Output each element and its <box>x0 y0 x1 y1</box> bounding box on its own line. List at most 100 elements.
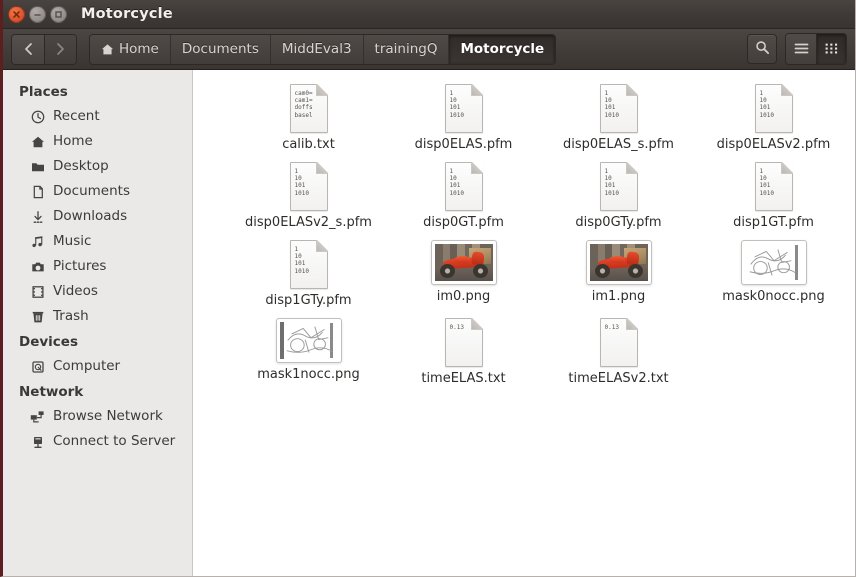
breadcrumb-label: Home <box>119 41 159 57</box>
file-preview-text: 0.13 <box>449 324 464 331</box>
file-item[interactable]: 0.13 timeELAS.txt <box>386 314 541 392</box>
file-item[interactable]: 1 10 101 1010 disp0ELAS_s.pfm <box>541 80 696 158</box>
text-document-icon: 1 10 101 1010 <box>289 240 328 289</box>
sidebar-item-label: Downloads <box>53 207 128 224</box>
file-preview-text: 1 10 101 1010 <box>604 90 619 119</box>
list-view-button[interactable] <box>786 34 816 64</box>
sidebar-item-computer[interactable]: Computer <box>3 354 192 379</box>
file-name: timeELAS.txt <box>421 371 506 386</box>
sidebar-item-label: Browse Network <box>53 407 163 424</box>
sidebar-item-documents[interactable]: Documents <box>3 179 192 204</box>
file-preview-text: 1 10 101 1010 <box>449 168 464 197</box>
window-title: Motorcycle <box>81 6 173 22</box>
sidebar-item-desktop[interactable]: Desktop <box>3 154 192 179</box>
file-preview-text: 1 10 101 1010 <box>294 246 309 275</box>
breadcrumb-item-motorcycle[interactable]: Motorcycle <box>449 34 556 64</box>
file-item[interactable]: mask1nocc.png <box>231 314 386 392</box>
file-item[interactable]: im1.png <box>541 236 696 314</box>
sidebar-item-label: Desktop <box>53 157 109 174</box>
sidebar-item-music[interactable]: Music <box>3 229 192 254</box>
file-name: disp0GT.pfm <box>423 215 504 230</box>
close-button[interactable] <box>8 5 25 23</box>
file-item[interactable]: 1 10 101 1010 disp0GTy.pfm <box>541 158 696 236</box>
file-name: disp1GTy.pfm <box>265 293 352 308</box>
file-name: disp0ELASv2.pfm <box>716 137 831 152</box>
text-document-icon: 1 10 101 1010 <box>754 84 793 133</box>
breadcrumb-item-documents[interactable]: Documents <box>170 34 271 64</box>
forward-button[interactable] <box>44 34 76 64</box>
grid-view-button[interactable] <box>816 34 846 64</box>
server-icon <box>29 435 46 449</box>
file-name: disp1GT.pfm <box>733 215 814 230</box>
file-manager-window: Motorcycle Home Documents MiddEval3 trai… <box>0 0 856 577</box>
grid-view-icon <box>824 40 839 59</box>
file-name: im0.png <box>436 289 491 304</box>
window-controls <box>8 5 67 23</box>
view-mode-group <box>785 33 847 65</box>
breadcrumb-item-middeval3[interactable]: MiddEval3 <box>270 34 364 64</box>
sidebar-item-label: Pictures <box>53 257 107 274</box>
folder-icon <box>29 160 46 174</box>
file-item[interactable]: 1 10 101 1010 disp0ELASv2.pfm <box>696 80 851 158</box>
text-document-icon: 1 10 101 1010 <box>599 84 638 133</box>
document-icon <box>29 185 46 199</box>
sidebar-item-pictures[interactable]: Pictures <box>3 254 192 279</box>
sidebar-item-label: Videos <box>53 282 98 299</box>
breadcrumb: Home Documents MiddEval3 trainingQ Motor… <box>89 33 557 65</box>
text-document-icon: cam0= cam1= doffs basel <box>289 84 328 133</box>
file-item[interactable]: 1 10 101 1010 disp0ELAS.pfm <box>386 80 541 158</box>
photo-thumbnail <box>585 240 652 285</box>
file-list-area[interactable]: cam0= cam1= doffs basel calib.txt 1 10 101 101… <box>193 70 855 576</box>
text-document-icon: 1 10 101 1010 <box>444 162 483 211</box>
sidebar-section-devices: Devices <box>19 334 78 350</box>
file-name: mask0nocc.png <box>722 289 825 304</box>
sidebar-item-recent[interactable]: Recent <box>3 104 192 129</box>
breadcrumb-label: Documents <box>181 41 259 57</box>
home-icon <box>29 135 46 149</box>
file-name: mask1nocc.png <box>257 367 360 382</box>
file-preview-text: 1 10 101 1010 <box>759 168 774 197</box>
sidebar-item-home[interactable]: Home <box>3 129 192 154</box>
file-item[interactable]: 1 10 101 1010 disp1GT.pfm <box>696 158 851 236</box>
title-bar: Motorcycle <box>3 0 855 29</box>
minimize-button[interactable] <box>29 5 46 23</box>
trash-icon <box>29 310 46 324</box>
sidebar-item-downloads[interactable]: Downloads <box>3 204 192 229</box>
file-preview-text: 1 10 101 1010 <box>294 168 309 197</box>
file-preview-text: 1 10 101 1010 <box>604 168 619 197</box>
sidebar-item-videos[interactable]: Videos <box>3 279 192 304</box>
file-grid: cam0= cam1= doffs basel calib.txt 1 10 101 101… <box>193 80 855 392</box>
sidebar-item-browse-network[interactable]: Browse Network <box>3 404 192 429</box>
breadcrumb-label: MiddEval3 <box>281 41 352 57</box>
sidebar-section-places: Places <box>19 84 68 100</box>
file-item[interactable]: 1 10 101 1010 disp1GTy.pfm <box>231 236 386 314</box>
breadcrumb-item-home[interactable]: Home <box>90 34 171 64</box>
maximize-button[interactable] <box>50 5 67 23</box>
text-document-icon: 1 10 101 1010 <box>754 162 793 211</box>
photo-thumbnail <box>430 240 497 285</box>
search-button[interactable] <box>747 34 777 64</box>
file-item[interactable]: 1 10 101 1010 disp0GT.pfm <box>386 158 541 236</box>
camera-icon <box>29 260 46 274</box>
download-arrow-icon <box>29 210 46 224</box>
file-item[interactable]: 1 10 101 1010 disp0ELASv2_s.pfm <box>231 158 386 236</box>
film-icon <box>29 285 46 299</box>
file-item[interactable]: im0.png <box>386 236 541 314</box>
breadcrumb-item-trainingq[interactable]: trainingQ <box>363 34 450 64</box>
file-name: im1.png <box>591 289 646 304</box>
music-note-icon <box>29 235 46 249</box>
sidebar-item-trash[interactable]: Trash <box>3 304 192 329</box>
file-item[interactable]: 0.13 timeELASv2.txt <box>541 314 696 392</box>
text-document-icon: 0.13 <box>599 318 638 367</box>
sidebar-item-label: Trash <box>53 307 89 324</box>
back-button[interactable] <box>12 34 44 64</box>
text-document-icon: 1 10 101 1010 <box>444 84 483 133</box>
list-view-icon <box>794 40 809 59</box>
file-item[interactable]: cam0= cam1= doffs basel calib.txt <box>231 80 386 158</box>
toolbar: Home Documents MiddEval3 trainingQ Motor… <box>3 29 855 70</box>
sidebar-item-connect-to-server[interactable]: Connect to Server <box>3 429 192 454</box>
file-item[interactable]: mask0nocc.png <box>696 236 851 314</box>
computer-disk-icon <box>29 360 46 374</box>
file-name: calib.txt <box>282 137 335 152</box>
text-document-icon: 1 10 101 1010 <box>289 162 328 211</box>
